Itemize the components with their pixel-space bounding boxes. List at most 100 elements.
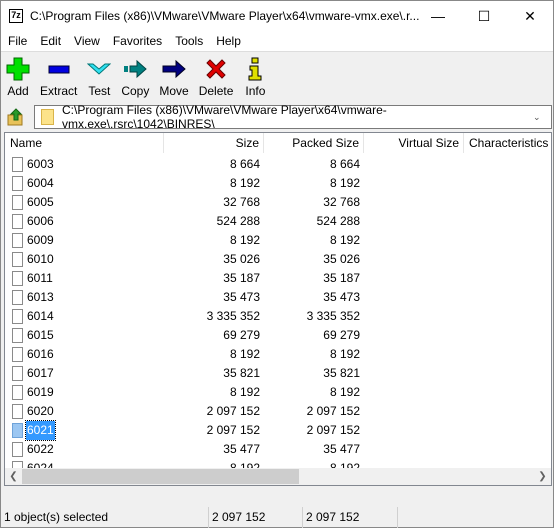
delete-button[interactable]: Delete <box>194 53 239 101</box>
file-icon <box>12 423 23 438</box>
file-packed-size: 35 477 <box>323 442 360 456</box>
info-button[interactable]: Info <box>238 53 272 101</box>
file-size: 2 097 152 <box>206 404 260 418</box>
file-row[interactable]: 6011 35 187 35 187 <box>5 269 551 288</box>
file-icon <box>12 404 23 419</box>
column-size[interactable]: Size <box>164 133 264 153</box>
horizontal-scrollbar[interactable]: ❮ ❯ <box>5 468 551 485</box>
chevron-down-icon[interactable]: ⌄ <box>533 112 551 123</box>
file-row[interactable]: 6005 32 768 32 768 <box>5 193 551 212</box>
column-name[interactable]: Name <box>5 133 164 153</box>
column-virtual-size[interactable]: Virtual Size <box>364 133 464 153</box>
file-row[interactable]: 6006 524 288 524 288 <box>5 212 551 231</box>
check-icon <box>87 57 112 81</box>
file-icon <box>12 195 23 210</box>
file-size: 35 187 <box>223 271 260 285</box>
file-packed-size: 35 821 <box>323 366 360 380</box>
7zip-app-icon: 7z <box>9 9 23 23</box>
add-button[interactable]: Add <box>1 53 35 101</box>
menu-edit[interactable]: Edit <box>33 34 67 48</box>
file-packed-size: 8 664 <box>329 157 360 171</box>
file-icon <box>12 214 23 229</box>
toolbar: Add Extract Test Copy Move Delete Info <box>1 53 553 101</box>
info-label: Info <box>245 84 266 98</box>
file-row[interactable]: 6010 35 026 35 026 <box>5 250 551 269</box>
file-row[interactable]: 6019 8 192 8 192 <box>5 383 551 402</box>
file-icon <box>12 347 23 362</box>
window-title: C:\Program Files (x86)\VMware\VMware Pla… <box>30 9 420 23</box>
file-size: 8 192 <box>229 347 260 361</box>
file-row[interactable]: 6009 8 192 8 192 <box>5 231 551 250</box>
file-icon <box>12 442 23 457</box>
file-size: 69 279 <box>223 328 260 342</box>
file-icon <box>12 176 23 191</box>
address-bar: C:\Program Files (x86)\VMware\VMware Pla… <box>1 102 553 131</box>
file-packed-size: 2 097 152 <box>306 404 360 418</box>
menu-file[interactable]: File <box>1 34 33 48</box>
file-packed-size: 8 192 <box>329 347 360 361</box>
file-row[interactable]: 6003 8 664 8 664 <box>5 155 551 174</box>
file-name: 6019 <box>27 385 54 399</box>
file-row[interactable]: 6004 8 192 8 192 <box>5 174 551 193</box>
file-packed-size: 3 335 352 <box>306 309 360 323</box>
file-row[interactable]: 6022 35 477 35 477 <box>5 440 551 459</box>
column-characteristics[interactable]: Characteristics <box>464 133 554 153</box>
minimize-button[interactable]: — <box>415 1 461 31</box>
file-row[interactable]: 6017 35 821 35 821 <box>5 364 551 383</box>
status-extra <box>398 507 553 528</box>
file-name: 6014 <box>27 309 54 323</box>
file-name: 6015 <box>27 328 54 342</box>
file-row[interactable]: 6014 3 335 352 3 335 352 <box>5 307 551 326</box>
column-packed-size[interactable]: Packed Size <box>264 133 364 153</box>
file-packed-size: 69 279 <box>323 328 360 342</box>
scroll-left-icon[interactable]: ❮ <box>5 468 22 485</box>
file-size: 35 473 <box>223 290 260 304</box>
file-packed-size: 32 768 <box>323 195 360 209</box>
status-selected: 1 object(s) selected <box>1 507 209 528</box>
address-input[interactable]: C:\Program Files (x86)\VMware\VMware Pla… <box>34 103 552 131</box>
file-row[interactable]: 6020 2 097 152 2 097 152 <box>5 402 551 421</box>
file-icon <box>12 290 23 305</box>
file-name: 6004 <box>27 176 54 190</box>
move-button[interactable]: Move <box>154 53 193 101</box>
file-row[interactable]: 6015 69 279 69 279 <box>5 326 551 345</box>
plus-icon <box>6 57 30 81</box>
file-name: 6005 <box>27 195 54 209</box>
file-packed-size: 524 288 <box>316 214 360 228</box>
file-icon <box>12 328 23 343</box>
file-row[interactable]: 6013 35 473 35 473 <box>5 288 551 307</box>
menu-favorites[interactable]: Favorites <box>106 34 168 48</box>
file-name: 6010 <box>27 252 54 266</box>
extract-label: Extract <box>40 84 78 98</box>
menu-tools[interactable]: Tools <box>168 34 209 48</box>
file-icon <box>12 271 23 286</box>
status-packed: 2 097 152 <box>303 507 398 528</box>
file-row[interactable]: 6021 2 097 152 2 097 152 <box>5 420 551 441</box>
close-button[interactable]: ✕ <box>507 1 553 31</box>
folder-up-icon[interactable] <box>6 107 26 127</box>
file-size: 8 192 <box>229 176 260 190</box>
column-header: Name Size Packed Size Virtual Size Chara… <box>5 133 551 153</box>
file-icon <box>12 309 23 324</box>
file-name: 6003 <box>27 157 54 171</box>
file-row[interactable]: 6016 8 192 8 192 <box>5 345 551 364</box>
folder-icon <box>41 109 54 125</box>
info-icon <box>243 57 267 81</box>
status-size: 2 097 152 <box>209 507 303 528</box>
minus-icon <box>47 57 71 81</box>
file-name: 6009 <box>27 233 54 247</box>
menu-help[interactable]: Help <box>209 34 247 48</box>
file-icon <box>12 366 23 381</box>
scroll-right-icon[interactable]: ❯ <box>534 468 551 485</box>
file-packed-size: 8 192 <box>329 385 360 399</box>
scrollbar-thumb[interactable] <box>22 469 299 484</box>
title-bar: 7z C:\Program Files (x86)\VMware\VMware … <box>1 1 553 31</box>
file-size: 35 821 <box>223 366 260 380</box>
maximize-button[interactable]: ☐ <box>461 1 507 31</box>
file-name: 6016 <box>27 347 54 361</box>
copy-button[interactable]: Copy <box>116 53 154 101</box>
menu-view[interactable]: View <box>67 34 106 48</box>
extract-button[interactable]: Extract <box>35 53 82 101</box>
delete-label: Delete <box>198 84 234 98</box>
test-button[interactable]: Test <box>82 53 116 101</box>
